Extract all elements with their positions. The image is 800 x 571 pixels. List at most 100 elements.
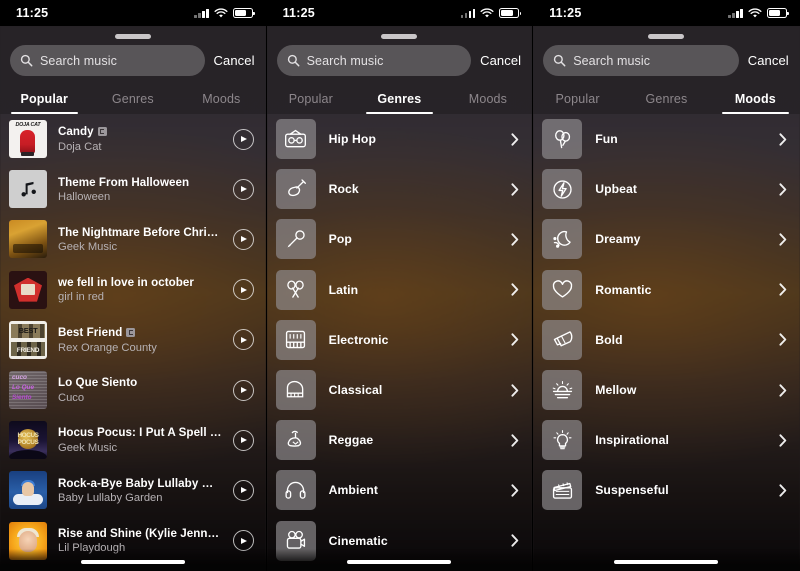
sheet-grabber[interactable] [381, 34, 418, 39]
play-icon[interactable] [232, 279, 254, 301]
home-indicator[interactable] [614, 560, 719, 564]
list-item[interactable]: The Nightmare Before Christmas… Geek Mus… [0, 214, 266, 264]
play-icon[interactable] [232, 329, 254, 351]
category-label: Romantic [595, 282, 652, 297]
list-item[interactable]: Rock [267, 164, 533, 214]
list-item[interactable]: Romantic [533, 265, 800, 315]
home-indicator[interactable] [347, 560, 452, 564]
grand-piano-icon [286, 380, 304, 397]
play-icon[interactable] [232, 178, 254, 200]
list-item[interactable]: DOJA CAT Candy Doja Cat [0, 114, 266, 164]
list-item[interactable]: Mellow [533, 365, 800, 415]
list-item[interactable]: Inspirational [533, 415, 800, 465]
search-placeholder: Search music [40, 53, 117, 68]
album-art: DOJA CAT [9, 120, 47, 159]
battery-icon [766, 8, 789, 18]
song-title-row: The Nightmare Before Christmas… [58, 226, 222, 239]
category-label: Cinematic [328, 533, 388, 548]
cellular-bars-icon [728, 8, 743, 18]
chevron-right-icon [779, 434, 787, 447]
list-item[interactable]: Rock-a-Bye Baby Lullaby Nurser… Baby Lul… [0, 465, 266, 515]
album-art-cloud [13, 494, 43, 506]
list-item[interactable]: cuco Lo Que Siento Lo Que Siento Cuco [0, 365, 266, 415]
moods-list[interactable]: Fun Upbeat Dreamy Romantic Bold Mellow I… [533, 114, 800, 571]
list-item[interactable]: Latin [267, 265, 533, 315]
list-item[interactable]: BEST FRIEND Best Friend Rex Orange Count… [0, 315, 266, 365]
category-icon-tile [275, 370, 316, 411]
list-item[interactable]: Theme From Halloween Halloween [0, 164, 266, 214]
tab-genres[interactable]: Genres [622, 84, 711, 114]
song-artist: Cuco [58, 391, 85, 404]
tab-genres[interactable]: Genres [89, 84, 178, 114]
album-art: cuco Lo Que Siento [9, 371, 47, 410]
play-icon[interactable] [232, 379, 254, 401]
list-item[interactable]: Electronic [267, 315, 533, 365]
list-item[interactable]: Bold [533, 315, 800, 365]
list-item[interactable]: Hip Hop [267, 114, 533, 164]
tab-popular[interactable]: Popular [267, 84, 356, 114]
list-item[interactable]: Reggae [267, 415, 533, 465]
search-input[interactable]: Search music [10, 45, 205, 76]
tab-popular[interactable]: Popular [533, 84, 622, 114]
genres-list[interactable]: Hip Hop Rock Pop Latin Electronic Classi… [267, 114, 533, 571]
list-item[interactable]: Rise and Shine (Kylie Jenner) Lil Playdo… [0, 516, 266, 566]
search-input[interactable]: Search music [276, 45, 472, 76]
play-icon[interactable] [232, 429, 254, 451]
song-artist: Geek Music [58, 241, 118, 254]
list-item[interactable]: Ambient [267, 465, 533, 515]
tab-bar: Popular Genres Moods [0, 84, 266, 114]
panel-genres: 11:25 Search music Cancel Popular Genres… [266, 0, 534, 571]
song-title-row: Best Friend [58, 326, 222, 339]
category-icon-tile [542, 269, 583, 310]
album-art: BEST FRIEND [9, 320, 47, 359]
category-icon-tile [542, 169, 583, 210]
category-icon-tile [542, 370, 583, 411]
play-icon[interactable] [232, 228, 254, 250]
list-item[interactable]: HOCUS POCUS Hocus Pocus: I Put A Spell O… [0, 415, 266, 465]
cancel-button[interactable]: Cancel [747, 51, 790, 70]
status-bar: 11:25 [266, 0, 533, 26]
list-item[interactable]: Pop [267, 214, 533, 264]
sheet-grabber[interactable] [114, 34, 151, 39]
category-label: Dreamy [595, 232, 641, 247]
list-item[interactable]: Classical [267, 365, 533, 415]
play-icon[interactable] [232, 479, 254, 501]
search-input[interactable]: Search music [543, 45, 739, 76]
list-item[interactable]: Cinematic [267, 516, 533, 566]
lightbulb-icon [553, 429, 572, 450]
song-meta: Theme From Halloween Halloween [58, 176, 222, 204]
search-row: Search music Cancel [267, 45, 533, 76]
song-artist: Rex Orange County [58, 341, 157, 354]
song-title-row: Hocus Pocus: I Put A Spell On You [58, 426, 222, 439]
category-label: Latin [328, 282, 359, 297]
chevron-right-icon [511, 183, 519, 196]
list-item[interactable]: Suspenseful [533, 465, 800, 515]
category-label: Ambient [328, 483, 379, 498]
song-meta: Rise and Shine (Kylie Jenner) Lil Playdo… [58, 527, 222, 555]
list-item[interactable]: Fun [533, 114, 800, 164]
category-label: Fun [595, 132, 618, 147]
cancel-button[interactable]: Cancel [479, 51, 522, 70]
play-icon[interactable] [232, 530, 254, 552]
tab-moods[interactable]: Moods [711, 84, 800, 114]
album-art-hill [9, 450, 47, 460]
album-art [9, 170, 47, 209]
tab-moods[interactable]: Moods [444, 84, 533, 114]
tab-moods[interactable]: Moods [177, 84, 266, 114]
sheet-grabber[interactable] [648, 34, 685, 39]
tab-genres[interactable]: Genres [355, 84, 444, 114]
album-art-text: FRIEND [16, 346, 40, 354]
list-item[interactable]: we fell in love in october girl in red [0, 265, 266, 315]
play-icon[interactable] [232, 128, 254, 150]
list-item[interactable]: Dreamy [533, 214, 800, 264]
list-item[interactable]: Upbeat [533, 164, 800, 214]
song-meta: Hocus Pocus: I Put A Spell On You Geek M… [58, 426, 222, 454]
music-search-sheet: Search music Cancel Popular Genres Moods… [0, 26, 266, 571]
tab-popular[interactable]: Popular [0, 84, 89, 114]
home-indicator[interactable] [80, 560, 185, 564]
panel-moods: 11:25 Search music Cancel Popular Genres… [533, 0, 800, 571]
album-art-baby [22, 482, 34, 497]
popular-song-list[interactable]: DOJA CAT Candy Doja Cat Theme From Hallo… [0, 114, 266, 571]
cancel-button[interactable]: Cancel [213, 51, 256, 70]
search-placeholder: Search music [573, 53, 651, 68]
